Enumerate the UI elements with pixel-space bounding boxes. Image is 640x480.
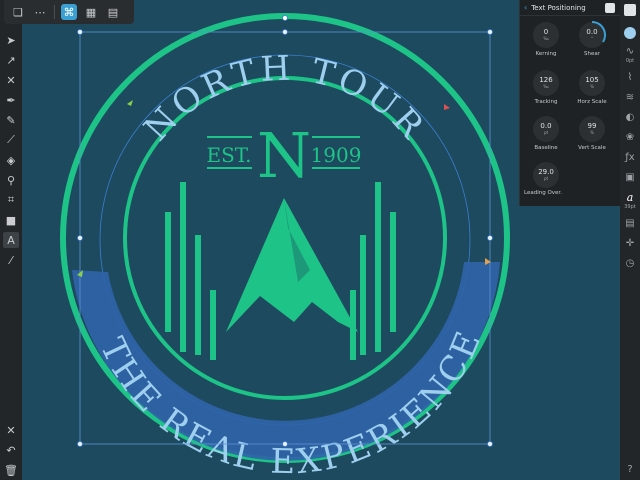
edit-icon[interactable]	[605, 3, 615, 13]
baseline-control[interactable]: 0.0 pt Baseline	[526, 116, 566, 151]
horz-scale-control[interactable]: 105 % Horz Scale	[572, 70, 612, 105]
app-window: NORTH TOUR THE REAL EXPERIENCE EST. N 19…	[0, 0, 640, 480]
text-start-marker[interactable]	[127, 100, 133, 106]
fx-icon[interactable]: ƒx	[623, 150, 637, 164]
trash-icon[interactable]: 🗑	[3, 462, 19, 478]
leading-dial[interactable]: 29.0 pt	[533, 162, 559, 188]
shear-dial[interactable]: 0.0 °	[579, 21, 606, 48]
panel-header: ‹ Text Positioning	[520, 0, 620, 16]
panel-title: Text Positioning	[531, 3, 586, 12]
est-label: EST.	[206, 143, 251, 167]
character-icon[interactable]: a	[623, 190, 637, 204]
vert-scale-control[interactable]: 99 % Vert Scale	[572, 116, 612, 151]
color-picker-tool-icon[interactable]: ⁄	[3, 252, 19, 268]
tracking-label: Tracking	[534, 99, 558, 105]
baseline-dial[interactable]: 0.0 pt	[533, 116, 559, 142]
kerning-label: Kerning	[535, 51, 557, 57]
history-icon[interactable]: ◷	[623, 256, 637, 270]
help-icon[interactable]: ?	[623, 462, 637, 476]
text-style-icon[interactable]: ▣	[623, 170, 637, 184]
node-tool-icon[interactable]: ↗	[3, 52, 19, 68]
studio-bar: ∿ 0pt ⌇ ≋ ◐ ❀ ƒx ▣ a 39pt ▤ ✛ ◷ ?	[620, 0, 640, 480]
brushes-icon[interactable]: ⌇	[623, 70, 637, 84]
vector-brush-tool-icon[interactable]: ⟋	[3, 132, 19, 148]
mountain-shape	[226, 198, 358, 332]
shear-control[interactable]: 0.0 ° Shear	[572, 21, 612, 57]
text-end-marker[interactable]	[444, 104, 450, 110]
logo-initial: N	[257, 119, 311, 192]
document-menu-icon[interactable]: ❏	[10, 4, 26, 20]
vert-scale-label: Vert Scale	[578, 145, 606, 151]
stroke-icon[interactable]: ∿	[623, 44, 637, 58]
grid-icon[interactable]: ▦	[83, 4, 99, 20]
bottom-arc-text[interactable]: THE REAL EXPERIENCE	[92, 323, 490, 480]
pencil-tool-icon[interactable]: ✎	[3, 112, 19, 128]
transform-icon[interactable]: ▤	[623, 216, 637, 230]
close-icon[interactable]: ✕	[3, 422, 19, 438]
leading-label: Leading Over.	[524, 190, 562, 196]
layers-icon[interactable]: ≋	[623, 90, 637, 104]
tracking-dial[interactable]: 126 ‰	[533, 70, 559, 96]
kerning-dial[interactable]: 0 ‰	[533, 22, 559, 48]
effects-icon[interactable]: ◐	[623, 110, 637, 124]
tools-panel: ➤ ↗ ✕ ✒ ✎ ⟋ ◈ ⚲ ⌗ ■ A ⁄ ✕ ↶ 🗑	[0, 0, 22, 480]
crop-tool-icon[interactable]: ⌗	[3, 192, 19, 208]
edit-icon[interactable]	[624, 4, 636, 16]
kerning-control[interactable]: 0 ‰ Kerning	[526, 22, 566, 57]
artistic-text-tool-icon[interactable]: A	[3, 232, 19, 248]
more-options-icon[interactable]: ⋯	[32, 4, 48, 20]
leading-control[interactable]: 29.0 pt	[526, 162, 566, 188]
view-mode-icon[interactable]: ▤	[105, 4, 121, 20]
fill-tool-icon[interactable]: ◈	[3, 152, 19, 168]
vert-scale-dial[interactable]: 99 %	[579, 116, 605, 142]
move-tool-icon[interactable]: ➤	[3, 32, 19, 48]
navigator-icon[interactable]: ✛	[623, 236, 637, 250]
pen-tool-icon[interactable]: ✒	[3, 92, 19, 108]
tracking-control[interactable]: 126 ‰ Tracking	[526, 70, 566, 105]
context-toolbar: ❏ ⋯ ⌘ ▦ ▤	[4, 0, 134, 24]
text-positioning-panel: ‹ Text Positioning 0 ‰ Kerning 0.0 ° She…	[519, 0, 620, 206]
stroke-width-label: 0pt	[625, 58, 635, 64]
baseline-label: Baseline	[534, 145, 558, 151]
transparency-tool-icon[interactable]: ⚲	[3, 172, 19, 188]
rectangle-tool-icon[interactable]: ■	[3, 212, 19, 228]
chevron-left-icon[interactable]: ‹	[524, 3, 527, 12]
year-label: 1909	[311, 143, 362, 167]
undo-icon[interactable]: ↶	[3, 442, 19, 458]
corner-tool-icon[interactable]: ✕	[3, 72, 19, 88]
snapping-icon[interactable]: ⌘	[61, 4, 77, 20]
horz-scale-dial[interactable]: 105 %	[579, 70, 605, 96]
shear-label: Shear	[584, 51, 600, 57]
styles-icon[interactable]: ❀	[623, 130, 637, 144]
color-icon[interactable]	[623, 26, 637, 40]
toolbar-divider	[54, 5, 55, 19]
horz-scale-label: Horz Scale	[577, 99, 607, 105]
font-size-label: 39pt	[624, 204, 636, 210]
